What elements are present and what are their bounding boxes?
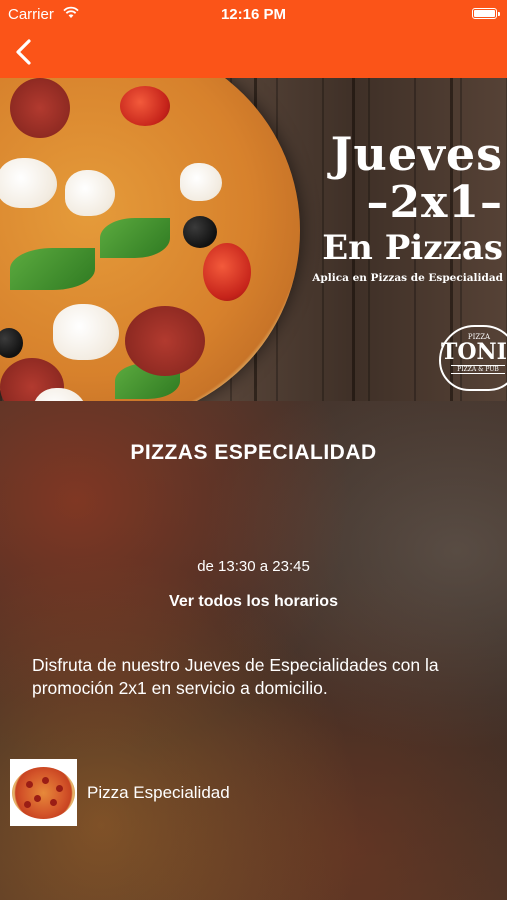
mozzarella-topping bbox=[65, 170, 115, 216]
product-name: Pizza Especialidad bbox=[87, 783, 230, 802]
promo-heading: Jueves bbox=[330, 127, 503, 181]
salami-topping bbox=[10, 78, 70, 138]
logo-subtitle: PIZZA & PUB bbox=[451, 365, 505, 374]
mozzarella-topping bbox=[180, 163, 222, 201]
topping-dot bbox=[56, 785, 63, 792]
all-hours-link[interactable]: Ver todos los horarios bbox=[0, 593, 507, 611]
hours-text: de 13:30 a 23:45 bbox=[197, 558, 310, 575]
promo-subject: En Pizzas bbox=[322, 228, 503, 268]
topping-dot bbox=[34, 795, 41, 802]
olive-topping bbox=[183, 216, 217, 248]
logo-name: TONIC bbox=[441, 339, 507, 365]
topping-dot bbox=[26, 781, 33, 788]
product-item[interactable]: Pizza Especialidad bbox=[10, 759, 490, 827]
detail-panel: PIZZAS ESPECIALIDAD de 13:30 a 23:45 Ver… bbox=[0, 401, 507, 900]
promo-banner: Jueves –2x1– En Pizzas Aplica en Pizzas … bbox=[0, 78, 507, 401]
olive-topping bbox=[0, 328, 23, 358]
status-bar: Carrier 12:16 PM bbox=[0, 0, 507, 28]
promo-text: Jueves –2x1– En Pizzas Aplica en Pizzas … bbox=[303, 128, 503, 286]
mozzarella-topping bbox=[0, 158, 57, 208]
chevron-left-icon bbox=[16, 39, 31, 65]
screen: Carrier 12:16 PM Jueves –2x1– En Pizzas … bbox=[0, 0, 507, 900]
page-title: PIZZAS ESPECIALIDAD bbox=[130, 441, 377, 464]
topping-dot bbox=[42, 777, 49, 784]
tomato-topping bbox=[120, 86, 170, 126]
topping-dot bbox=[50, 799, 57, 806]
promo-offer: –2x1– bbox=[366, 177, 503, 228]
brand-logo: PIZZA TONIC PIZZA & PUB bbox=[439, 325, 507, 391]
pizza-image bbox=[0, 78, 300, 401]
pizza-thumbnail-image bbox=[12, 767, 75, 819]
back-button[interactable] bbox=[8, 34, 44, 70]
basil-topping bbox=[100, 218, 170, 258]
promo-description: Disfruta de nuestro Jueves de Especialid… bbox=[32, 655, 439, 698]
nav-bar: Carrier 12:16 PM bbox=[0, 0, 507, 78]
clock: 12:16 PM bbox=[220, 6, 287, 23]
topping-dot bbox=[24, 801, 31, 808]
salami-topping bbox=[125, 306, 205, 376]
basil-topping bbox=[10, 248, 95, 290]
battery-icon bbox=[472, 8, 500, 19]
tomato-topping bbox=[203, 243, 251, 301]
product-thumbnail bbox=[10, 759, 77, 826]
mozzarella-topping bbox=[53, 304, 119, 360]
promo-note: Aplica en Pizzas de Especialidad bbox=[312, 272, 503, 284]
